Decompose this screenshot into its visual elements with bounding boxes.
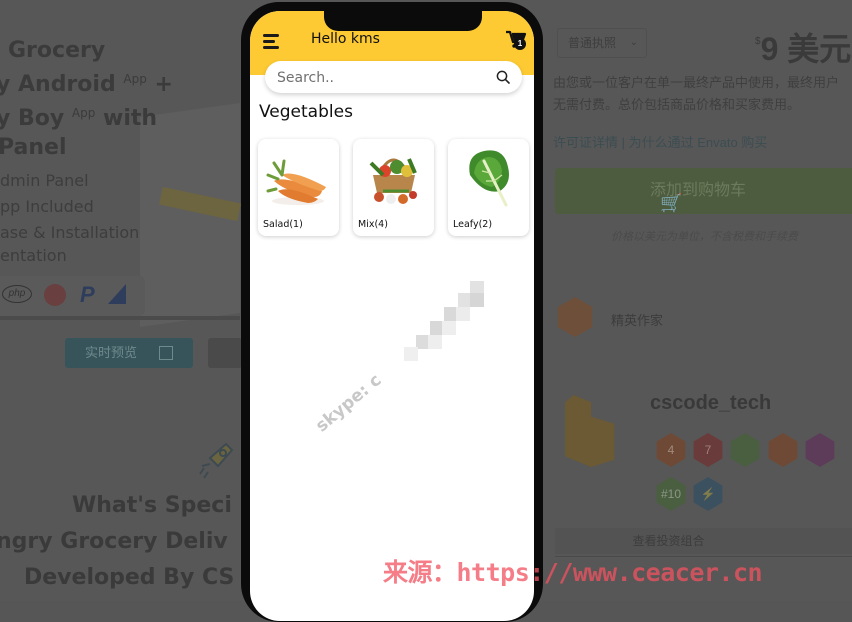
rocket-icon [196,440,236,487]
license-select[interactable]: 普通执照 ⌄ [557,28,647,58]
purchase-sidebar: 普通执照 ⌄ $9 美元 由您或一位客户在单一最终产品中使用，最终用户 无需付费… [545,0,852,601]
app-screen: Hello kms 1 Vegetables [250,11,534,621]
chevron-down-icon: ⌄ [629,37,638,48]
author-badge-icon[interactable]: ⚡ [693,477,723,511]
license-links[interactable]: 许可证详情 | 为什么通过 Envato 购买 [553,132,767,151]
php-icon: php [2,285,32,303]
category-label: Salad(1) [263,219,303,230]
api-icon [44,284,66,306]
license-description: 由您或一位客户在单一最终产品中使用，最终用户 无需付费。总价包括商品价格和买家费… [553,72,852,116]
elite-author-badge-icon [557,297,593,337]
pixelated-contact [404,281,490,381]
hero-title-suffix: with [103,106,158,131]
author-badge-icon[interactable] [730,433,760,467]
special-heading-line: Developed By CS [24,565,235,590]
screenshots-button[interactable] [208,338,242,368]
license-select-value: 普通执照 [568,36,617,50]
source-watermark: 来源：https://www.ceacer.cn [383,558,763,587]
hamburger-menu-icon[interactable] [263,34,281,49]
author-badge-icon[interactable]: #10 [656,477,686,511]
analytics-icon [108,284,126,304]
phone-notch [324,11,482,31]
phone-frame: Hello kms 1 Vegetables [241,2,543,622]
search-icon[interactable] [496,70,510,84]
author-badge-icon[interactable] [805,433,835,467]
author-avatar[interactable] [565,395,615,467]
search-input[interactable] [275,61,489,95]
feature-list: dmin Panel pp Included ase & Installatio… [0,168,139,266]
author-badge-icon[interactable]: 4 [656,433,686,467]
paypal-icon: P [80,282,95,307]
live-preview-label: 实时预览 [85,345,138,360]
special-heading-line: ngry Grocery Deliv [0,529,228,554]
hero-title-line: Panel [0,135,67,160]
category-grid: Salad(1) Mix(4) Leafy(2) [258,139,530,237]
add-to-cart-button[interactable]: 🛒 添加到购物车 [555,168,852,214]
contact-watermark: skype: c [312,370,386,437]
hero-title-suffix: + [154,72,173,97]
preview-icon [159,346,173,360]
author-name[interactable]: cscode_tech [650,392,771,415]
category-label: Leafy(2) [453,219,493,230]
feature-item: dmin Panel [0,171,89,190]
category-card[interactable]: Mix(4) [353,139,434,236]
hero-title-line: y Android [0,72,116,97]
price-amount: 9 [760,31,779,67]
category-label: Mix(4) [358,219,388,230]
license-desc-line: 由您或一位客户在单一最终产品中使用，最终用户 [553,75,840,90]
app-superscript: App [71,106,96,120]
feature-item: pp Included [0,197,94,216]
carrots-image [266,159,326,205]
special-heading-line: What's Speci [72,493,232,518]
author-badge-icon[interactable]: 7 [693,433,723,467]
hero-title-line: Grocery [8,38,106,63]
app-superscript: App [123,72,147,86]
price-unit: 美元 [787,31,852,67]
leafy-greens-image [469,150,509,207]
cart-count-badge: 1 [514,38,526,50]
product-hero: Grocery y Android App + y Boy App with P… [0,0,242,601]
greeting-title: Hello kms [311,31,380,47]
hero-title: Grocery y Android App + y Boy App with P… [0,36,173,162]
live-preview-button[interactable]: 实时预览 [65,338,193,368]
price: $9 美元 [755,24,851,70]
hero-title-line: y Boy [0,106,65,131]
search-bar[interactable] [265,61,522,95]
view-portfolio-link[interactable]: 查看投资组合 [555,528,852,554]
tech-logos: php P [0,276,145,316]
category-card[interactable]: Salad(1) [258,139,339,236]
vegetable-basket-image [369,158,417,204]
elite-author-label: 精英作家 [611,313,664,328]
hero-divider [0,316,240,320]
section-title: Vegetables [259,102,353,122]
category-card[interactable]: Leafy(2) [448,139,529,236]
feature-item: ase & Installation [0,223,140,242]
cart-icon: 🛒 [660,193,683,213]
author-badge-icon[interactable] [768,433,798,467]
feature-item: entation [0,246,67,265]
license-desc-line: 无需付费。总价包括商品价格和买家费用。 [553,97,801,112]
price-note: 价格以美元为单位，不含税费和手续费 [611,231,798,243]
